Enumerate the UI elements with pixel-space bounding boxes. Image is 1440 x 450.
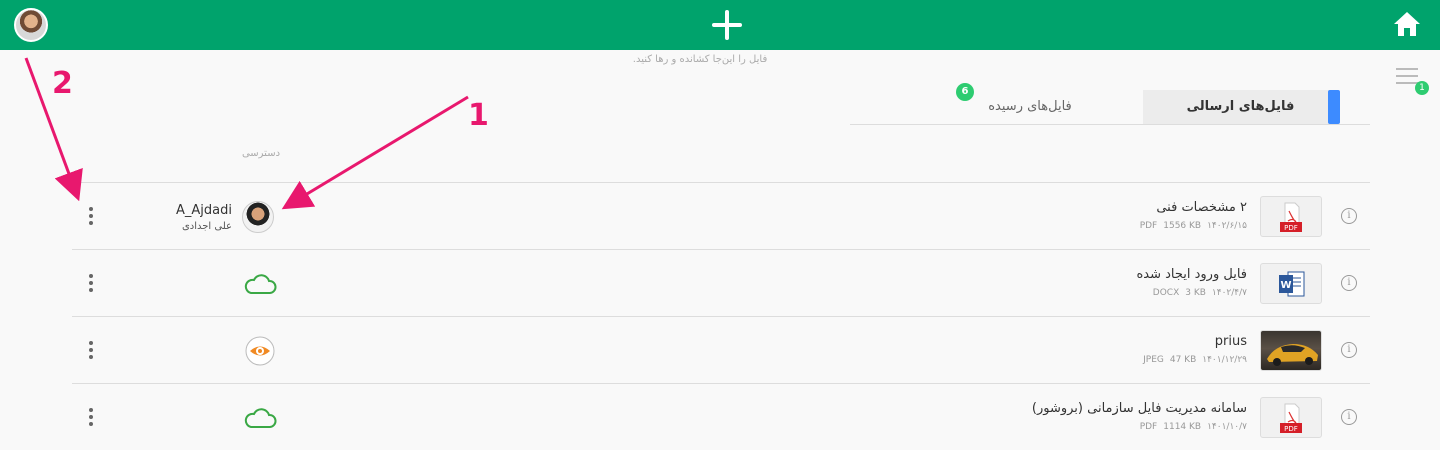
tab-received[interactable]: فایل‌های رسیده: [960, 90, 1100, 124]
file-title[interactable]: ۲ مشخصات فنی: [672, 200, 1247, 215]
file-title[interactable]: سامانه مدیریت فایل سازمانی (بروشور): [672, 401, 1247, 416]
tab-sent[interactable]: فایل‌های ارسالی: [1143, 90, 1338, 124]
add-file-button[interactable]: [706, 7, 746, 43]
cloud-icon: [244, 402, 278, 434]
file-meta: PDF 1114 KB ۱۴۰۱/۱۰/۷: [672, 422, 1247, 432]
image-thumbnail[interactable]: [1260, 330, 1322, 371]
file-type: PDF: [1139, 221, 1158, 231]
annotation-label-1: 1: [468, 98, 489, 133]
drop-hint: فایل را این‌جا کشانده و رها کنید.: [632, 54, 768, 65]
svg-text:PDF: PDF: [1284, 224, 1298, 232]
cloud-icon: [244, 268, 278, 300]
svg-text:PDF: PDF: [1284, 425, 1298, 433]
file-date: ۱۴۰۲/۶/۱۵: [1207, 221, 1247, 231]
info-icon[interactable]: i: [1341, 409, 1357, 425]
svg-text:W: W: [1280, 280, 1291, 291]
word-icon[interactable]: W: [1260, 263, 1322, 304]
home-icon[interactable]: [1392, 10, 1422, 38]
received-badge: 6: [956, 83, 974, 101]
tab-bar: فایل‌های رسیده 6 فایل‌های ارسالی: [850, 83, 1370, 125]
more-options-icon[interactable]: [84, 339, 98, 361]
file-row[interactable]: سامانه مدیریت فایل سازمانی (بروشور) PDF 1…: [72, 383, 1370, 450]
file-type: PDF: [1139, 422, 1158, 432]
top-bar: [0, 0, 1440, 50]
file-date: ۱۴۰۱/۱۰/۷: [1207, 422, 1247, 432]
file-meta: JPEG 47 KB ۱۴۰۱/۱۲/۲۹: [672, 355, 1247, 365]
info-icon[interactable]: i: [1341, 275, 1357, 291]
access-column-header: دسترسی: [241, 148, 281, 159]
menu-badge: 1: [1415, 81, 1429, 95]
owner-avatar: [242, 201, 274, 233]
file-row[interactable]: A_Ajdadi علی اجدادی ۲ مشخصات فنی PDF 1556…: [72, 182, 1370, 249]
more-options-icon[interactable]: [84, 272, 98, 294]
annotation-label-2: 2: [52, 66, 73, 101]
eye-icon: [244, 335, 278, 367]
info-icon[interactable]: i: [1341, 342, 1357, 358]
file-size: 1556 KB: [1163, 221, 1202, 231]
owner-fullname: علی اجدادی: [181, 221, 232, 232]
file-date: ۱۴۰۱/۱۲/۲۹: [1202, 355, 1247, 365]
file-date: ۱۴۰۲/۴/۷: [1211, 288, 1247, 298]
file-row[interactable]: فایل ورود ایجاد شده DOCX 3 KB ۱۴۰۲/۴/۷ W i: [72, 249, 1370, 316]
more-options-icon[interactable]: [84, 205, 98, 227]
file-size: 47 KB: [1169, 355, 1197, 365]
pdf-icon[interactable]: PDF: [1260, 196, 1322, 237]
file-title[interactable]: prius: [672, 334, 1247, 349]
more-options-icon[interactable]: [84, 406, 98, 428]
info-icon[interactable]: i: [1341, 208, 1357, 224]
file-title[interactable]: فایل ورود ایجاد شده: [672, 267, 1247, 282]
file-type: DOCX: [1152, 288, 1180, 298]
owner-username: A_Ajdadi: [176, 203, 232, 218]
file-size: 1114 KB: [1163, 422, 1202, 432]
user-avatar[interactable]: [14, 8, 48, 42]
file-meta: PDF 1556 KB ۱۴۰۲/۶/۱۵: [672, 221, 1247, 231]
active-tab-indicator: [1328, 90, 1340, 124]
file-row[interactable]: prius JPEG 47 KB ۱۴۰۱/۱۲/۲۹ i: [72, 316, 1370, 383]
pdf-icon[interactable]: PDF: [1260, 397, 1322, 438]
file-size: 3 KB: [1185, 288, 1206, 298]
file-meta: DOCX 3 KB ۱۴۰۲/۴/۷: [672, 288, 1247, 298]
file-type: JPEG: [1143, 355, 1164, 365]
